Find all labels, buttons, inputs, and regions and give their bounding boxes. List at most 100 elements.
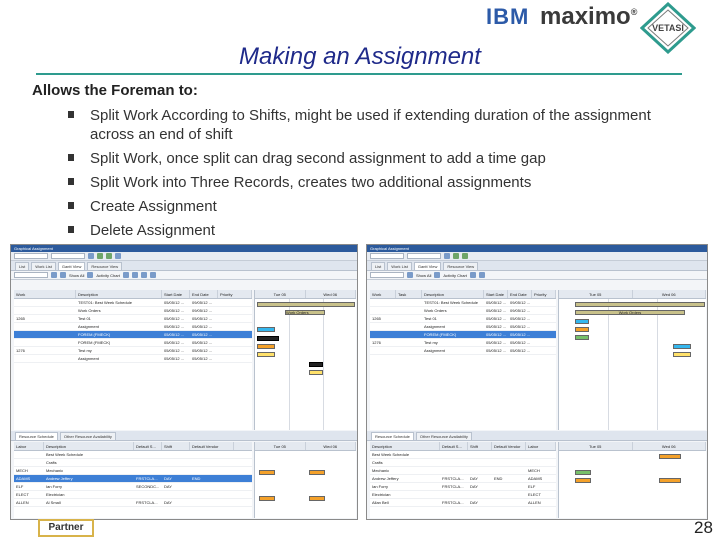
left-select-action[interactable]: [51, 253, 85, 259]
left-col-work[interactable]: Work: [14, 290, 76, 298]
left-chart-icon[interactable]: [87, 272, 94, 278]
gantt-assignment-bar[interactable]: [575, 327, 589, 332]
resource-bar[interactable]: [259, 470, 275, 475]
right-col-start[interactable]: Start Date: [484, 290, 508, 298]
right-activity-chart-button[interactable]: Activity Chart: [443, 273, 467, 278]
left-res-col-default[interactable]: Default S...: [134, 442, 162, 450]
left-find-select[interactable]: [14, 253, 48, 259]
list-item[interactable]: Andrew Jeffery FRSTCLA... DAY END ADAMS: [370, 475, 556, 483]
list-item[interactable]: Best Week Schedule: [14, 451, 252, 459]
left-res-col-labor[interactable]: Labor: [14, 442, 44, 450]
table-row[interactable]: 1265 Test 01 05/05/12 ... 05/05/12 ...: [14, 315, 252, 323]
left-save-icon[interactable]: [88, 253, 94, 259]
right-next-icon[interactable]: [462, 253, 468, 259]
left-split-three-icon[interactable]: [131, 272, 138, 278]
list-item[interactable]: Ian Forry FRSTCLA... DAY ELF: [370, 483, 556, 491]
right-tab-gantt-view[interactable]: Gantt View: [413, 262, 442, 270]
resource-bar[interactable]: [575, 478, 591, 483]
list-item[interactable]: ALLEN Al Small FRSTCLA... DAY: [14, 499, 252, 507]
gantt-task-bar[interactable]: [257, 327, 275, 332]
left-col-description[interactable]: Description: [76, 290, 162, 298]
right-tab-list[interactable]: List: [371, 262, 386, 270]
left-show-all-button[interactable]: Show All: [69, 273, 84, 278]
right-save-icon[interactable]: [444, 253, 450, 259]
right-zoom-in-icon[interactable]: [407, 272, 413, 278]
left-res-col-shift[interactable]: Shift: [162, 442, 190, 450]
right-res-col-labor[interactable]: Labor: [526, 442, 556, 450]
table-row[interactable]: 1265 Test 01 05/05/12 ... 05/05/12 ...: [370, 315, 556, 323]
left-tab-resource-schedule[interactable]: Resource Schedule: [15, 432, 58, 440]
table-row[interactable]: TEST01: Best Week Schedule 05/05/12 ... 09…: [370, 299, 556, 307]
right-chart-icon[interactable]: [434, 272, 441, 278]
table-row-selected[interactable]: FOREM (FMECK) 05/05/12 ... 05/05/12 ...: [370, 331, 556, 339]
left-col-end[interactable]: End Date: [190, 290, 218, 298]
right-tab-other-availability[interactable]: Other Resource Availability: [415, 432, 472, 440]
gantt-assignment-bar[interactable]: [257, 336, 279, 341]
left-tab-other-availability[interactable]: Other Resource Availability: [59, 432, 116, 440]
list-item-selected[interactable]: ADAMS Andrew Jeffery FRSTCLA... DAY END: [14, 475, 252, 483]
list-item[interactable]: Crafts: [370, 459, 556, 467]
left-activity-chart-button[interactable]: Activity Chart: [96, 273, 120, 278]
list-item[interactable]: Mechanic MECH: [370, 467, 556, 475]
left-create-assignment-icon[interactable]: [140, 272, 147, 278]
right-split-icon[interactable]: [469, 272, 476, 278]
table-row[interactable]: FOREM (FMECK) 05/05/12 ... 05/05/12 ...: [14, 339, 252, 347]
left-zoom-out-icon[interactable]: [60, 272, 66, 278]
gantt-task-bar[interactable]: [309, 362, 323, 367]
right-tab-resource-schedule[interactable]: Resource Schedule: [371, 432, 414, 440]
list-item[interactable]: ELF Ian Forry SECONDC... DAY: [14, 483, 252, 491]
left-tab-list[interactable]: List: [15, 262, 30, 270]
left-delete-assignment-icon[interactable]: [149, 272, 156, 278]
left-next-icon[interactable]: [106, 253, 112, 259]
table-row[interactable]: 1276 Test my 05/05/12 ... 05/05/12 ...: [370, 339, 556, 347]
left-tab-resource-view[interactable]: Resource View: [87, 262, 123, 270]
right-res-col-default[interactable]: Default S...: [440, 442, 468, 450]
gantt-summary-bar[interactable]: [575, 302, 705, 307]
resource-bar[interactable]: [659, 478, 681, 483]
gantt-assignment-bar[interactable]: [673, 352, 691, 357]
right-filter-input[interactable]: [370, 272, 404, 278]
gantt-assignment-bar[interactable]: [257, 352, 275, 357]
gantt-task-bar[interactable]: [673, 344, 691, 349]
gantt-summary-bar[interactable]: [257, 302, 355, 307]
right-show-all-button[interactable]: Show All: [416, 273, 431, 278]
resource-bar[interactable]: [575, 470, 591, 475]
table-row[interactable]: Assignment 05/05/12 ... 05/05/12 ...: [14, 355, 252, 363]
left-split-icon[interactable]: [122, 272, 129, 278]
table-row[interactable]: Work Orders 05/05/12 ... 09/05/12 ...: [14, 307, 252, 315]
right-col-work[interactable]: Work: [370, 290, 396, 298]
right-tab-work-list[interactable]: Work List: [387, 262, 412, 270]
table-row[interactable]: Assignment 05/05/12 ... 05/05/12 ...: [14, 323, 252, 331]
list-item[interactable]: Allan Bell FRSTCLA... DAY ALLEN: [370, 499, 556, 507]
left-tab-work-list[interactable]: Work List: [31, 262, 56, 270]
right-col-task[interactable]: Task: [396, 290, 422, 298]
list-item[interactable]: MECH Mechanic: [14, 467, 252, 475]
right-prev-icon[interactable]: [453, 253, 459, 259]
left-zoom-in-icon[interactable]: [51, 272, 57, 278]
right-tab-resource-view[interactable]: Resource View: [443, 262, 479, 270]
gantt-assignment-bar[interactable]: [575, 335, 589, 340]
resource-bar[interactable]: [259, 496, 275, 501]
table-row-selected[interactable]: FOREM (FMECK) 05/05/12 ... 05/05/12 ...: [14, 331, 252, 339]
table-row[interactable]: 1276 Test my 05/05/12 ... 05/05/12 ...: [14, 347, 252, 355]
table-row[interactable]: Assignment 05/05/12 ... 05/05/12 ...: [370, 347, 556, 355]
list-item[interactable]: ELECT Electrician: [14, 491, 252, 499]
gantt-task-bar[interactable]: [575, 319, 589, 324]
list-item[interactable]: Best Week Schedule: [370, 451, 556, 459]
gantt-assignment-bar[interactable]: [309, 370, 323, 375]
gantt-work-orders-bar[interactable]: Work Orders: [285, 310, 325, 315]
left-res-col-vendor[interactable]: Default Vendor: [190, 442, 234, 450]
left-res-col-description[interactable]: Description: [44, 442, 134, 450]
left-tab-gantt-view[interactable]: Gantt View: [57, 262, 86, 270]
right-find-select[interactable]: [370, 253, 404, 259]
resource-bar[interactable]: [659, 454, 681, 459]
right-res-col-vendor[interactable]: Default Vendor: [492, 442, 526, 450]
right-col-description[interactable]: Description: [422, 290, 484, 298]
right-res-col-description[interactable]: Description: [370, 442, 440, 450]
resource-bar[interactable]: [309, 470, 325, 475]
left-prev-icon[interactable]: [97, 253, 103, 259]
gantt-work-orders-bar[interactable]: Work Orders: [575, 310, 685, 315]
left-filter-input[interactable]: [14, 272, 48, 278]
right-col-priority[interactable]: Priority: [532, 290, 556, 298]
right-res-col-shift[interactable]: Shift: [468, 442, 492, 450]
